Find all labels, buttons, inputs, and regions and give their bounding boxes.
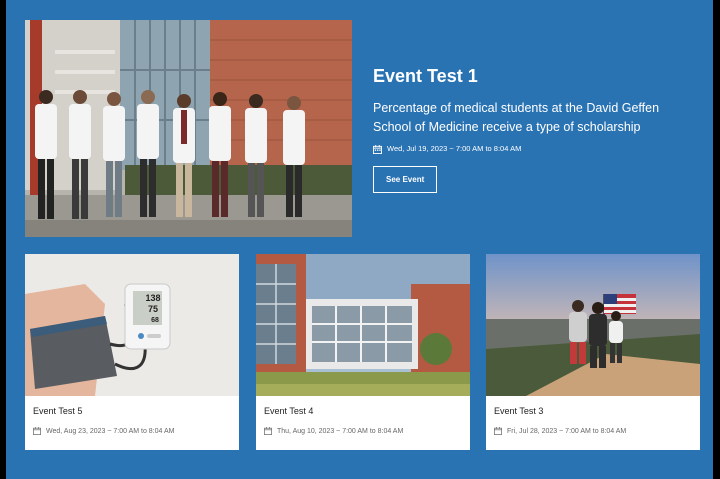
featured-event-date: Wed, Jul 19, 2023 ~ 7:00 AM to 8:04 AM [387, 144, 522, 153]
event-card-image: 138 75 68 [25, 254, 239, 396]
calendar-icon [33, 427, 41, 435]
event-card[interactable]: Event Test 3 Fri, Jul 28, 2023 ~ 7:00 AM… [486, 254, 700, 450]
featured-event-title[interactable]: Event Test 1 [373, 65, 673, 87]
event-card-date-row: Thu, Aug 10, 2023 ~ 7:00 AM to 8:04 AM [264, 427, 403, 435]
see-event-button[interactable]: See Event [373, 166, 438, 193]
event-card-date: Fri, Jul 28, 2023 ~ 7:00 AM to 8:04 AM [507, 427, 627, 435]
calendar-icon [264, 427, 272, 435]
monitor-reading-bottom: 68 [151, 317, 159, 324]
event-card-title[interactable]: Event Test 5 [33, 406, 82, 416]
featured-event-description: Percentage of medical students at the Da… [373, 101, 660, 134]
calendar-icon [373, 144, 382, 154]
event-card-date-row: Wed, Aug 23, 2023 ~ 7:00 AM to 8:04 AM [33, 427, 175, 435]
event-card-date-row: Fri, Jul 28, 2023 ~ 7:00 AM to 8:04 AM [494, 427, 626, 435]
event-card[interactable]: Event Test 4 Thu, Aug 10, 2023 ~ 7:00 AM… [256, 254, 470, 450]
event-card-image [256, 254, 470, 396]
event-card-image [486, 254, 700, 396]
featured-event-info: Event Test 1 Percentage of medical stude… [373, 65, 673, 193]
event-card-date: Thu, Aug 10, 2023 ~ 7:00 AM to 8:04 AM [277, 427, 404, 435]
calendar-icon [494, 427, 502, 435]
event-card-date: Wed, Aug 23, 2023 ~ 7:00 AM to 8:04 AM [46, 427, 175, 435]
featured-event-date-row: Wed, Jul 19, 2023 ~ 7:00 AM to 8:04 AM [373, 143, 673, 155]
events-section: Event Test 1 Percentage of medical stude… [6, 0, 713, 479]
event-card-title[interactable]: Event Test 3 [494, 406, 543, 416]
featured-event-image[interactable] [25, 20, 352, 237]
event-card-title[interactable]: Event Test 4 [264, 406, 313, 416]
event-card[interactable]: 138 75 68 Event Test 5 Wed, Aug 23, 2023… [25, 254, 239, 450]
monitor-reading-top: 138 [145, 293, 160, 303]
monitor-reading-mid: 75 [148, 304, 158, 314]
